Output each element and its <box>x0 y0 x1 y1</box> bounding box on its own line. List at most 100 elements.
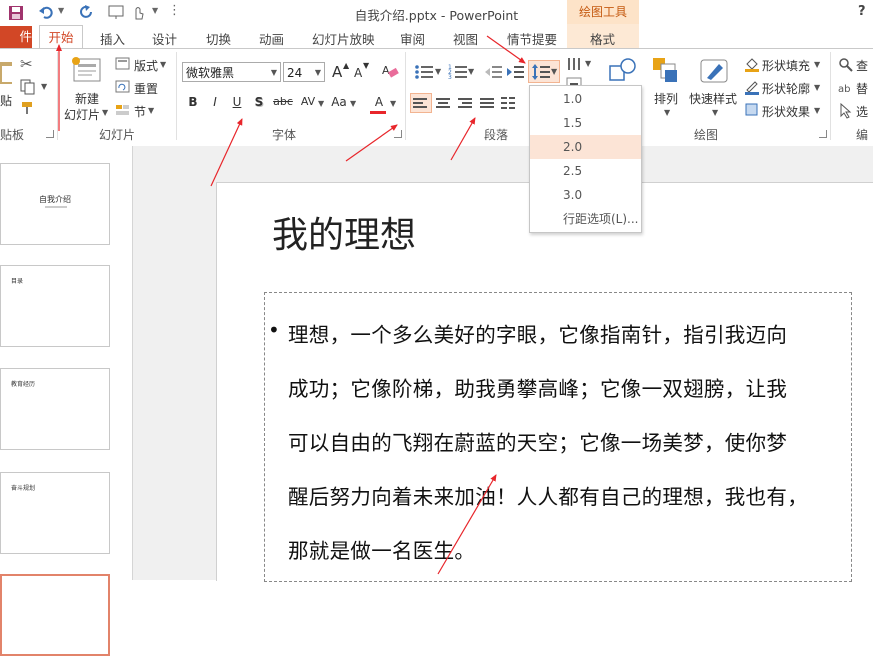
arrange-dropdown-icon[interactable]: ▼ <box>664 108 670 117</box>
tab-animations[interactable]: 动画 <box>259 29 284 48</box>
line-spacing-options-link[interactable]: 行距选项(L)... <box>530 207 641 231</box>
quick-styles-dropdown-icon[interactable]: ▼ <box>712 108 718 117</box>
body-text-line[interactable]: 那就是做一名医生。 <box>288 534 475 564</box>
text-shadow-button[interactable]: S <box>250 95 268 109</box>
shape-outline-dropdown-icon[interactable]: ▼ <box>814 83 820 92</box>
shapes-icon[interactable] <box>608 56 640 88</box>
font-name-dropdown-icon[interactable]: ▼ <box>271 63 277 83</box>
paste-button[interactable]: 贴 <box>0 92 12 109</box>
replace-button[interactable]: 替 <box>856 80 868 97</box>
tab-file[interactable]: 件 <box>0 26 32 48</box>
select-icon[interactable] <box>838 103 854 119</box>
replace-icon[interactable]: ab <box>838 80 854 96</box>
quick-styles-button[interactable]: 快速样式 <box>689 90 737 107</box>
find-icon[interactable] <box>838 57 854 73</box>
columns-icon[interactable] <box>500 95 518 111</box>
body-text-line[interactable]: 理想，一个多么美好的字眼，它像指南针，指引我迈向 <box>288 318 787 348</box>
font-launcher-icon[interactable] <box>394 130 402 138</box>
slide-thumbnail[interactable]: 自我介绍 <box>0 163 110 245</box>
strikethrough-button[interactable]: abc <box>272 95 294 108</box>
increase-indent-icon[interactable] <box>506 63 526 81</box>
quick-styles-icon[interactable] <box>699 56 731 88</box>
shape-effects-dropdown-icon[interactable]: ▼ <box>814 106 820 115</box>
shape-outline-icon[interactable] <box>744 79 760 95</box>
change-case-dropdown-icon[interactable]: ▼ <box>350 99 356 108</box>
arrange-button[interactable]: 排列 <box>654 90 678 107</box>
new-slide-icon[interactable] <box>70 55 102 87</box>
copy-dropdown-icon[interactable]: ▼ <box>41 82 47 91</box>
clipboard-launcher-icon[interactable] <box>46 130 54 138</box>
layout-dropdown-icon[interactable]: ▼ <box>160 60 166 69</box>
shape-fill-dropdown-icon[interactable]: ▼ <box>814 60 820 69</box>
layout-button[interactable]: 版式 <box>134 57 158 74</box>
clear-formatting-icon[interactable]: A <box>382 62 400 80</box>
reset-button[interactable]: 重置 <box>134 80 158 97</box>
text-direction-dropdown-icon[interactable]: ▼ <box>585 59 591 68</box>
font-name-combobox[interactable]: 微软雅黑 ▼ <box>182 62 281 82</box>
font-color-button[interactable]: A <box>370 95 388 109</box>
tab-transitions[interactable]: 切换 <box>206 29 231 48</box>
tab-view[interactable]: 视图 <box>453 29 478 48</box>
font-color-dropdown-icon[interactable]: ▼ <box>390 99 396 108</box>
line-spacing-option[interactable]: 1.5 <box>530 111 641 135</box>
find-button[interactable]: 查 <box>856 57 868 74</box>
change-case-button[interactable]: Aa <box>328 95 350 109</box>
line-spacing-option-selected[interactable]: 2.0 <box>530 135 641 159</box>
section-dropdown-icon[interactable]: ▼ <box>148 106 154 115</box>
shape-fill-button[interactable]: 形状填充 <box>762 57 810 74</box>
align-right-icon[interactable] <box>458 96 474 110</box>
copy-icon[interactable] <box>20 79 36 95</box>
new-slide-label-2[interactable]: 幻灯片 <box>64 106 100 123</box>
paste-icon[interactable] <box>0 58 14 88</box>
slide-thumbnail[interactable]: 教育经历 <box>0 368 110 450</box>
format-painter-icon[interactable] <box>20 100 36 116</box>
select-button[interactable]: 选 <box>856 103 868 120</box>
character-spacing-dropdown-icon[interactable]: ▼ <box>318 99 324 108</box>
shape-effects-icon[interactable] <box>744 102 760 118</box>
font-size-combobox[interactable]: 24 ▼ <box>283 62 325 82</box>
arrange-icon[interactable] <box>651 56 683 88</box>
tab-review[interactable]: 审阅 <box>400 29 425 48</box>
tab-format[interactable]: 格式 <box>590 29 615 48</box>
section-icon[interactable] <box>115 103 131 117</box>
grow-font-button[interactable]: A <box>332 63 342 81</box>
bold-button[interactable]: B <box>184 95 202 109</box>
bullets-dropdown-icon[interactable]: ▼ <box>435 67 441 76</box>
underline-button[interactable]: U <box>228 95 246 109</box>
slide-title[interactable]: 我的理想 <box>272 206 416 258</box>
text-direction-icon[interactable] <box>566 56 584 74</box>
line-spacing-option[interactable]: 1.0 <box>530 87 641 111</box>
help-button[interactable]: ? <box>858 4 866 19</box>
body-text-line[interactable]: 可以自由的飞翔在蔚蓝的天空；它像一场美梦，使你梦 <box>288 426 787 456</box>
slide-thumbnail[interactable]: 奋斗规划 <box>0 472 110 554</box>
cut-icon[interactable]: ✂ <box>20 55 33 73</box>
slide-thumbnail-selected[interactable] <box>0 574 110 656</box>
slide-thumbnail[interactable]: 目录 <box>0 265 110 347</box>
drawing-launcher-icon[interactable] <box>819 130 827 138</box>
reset-icon[interactable] <box>115 80 131 94</box>
line-spacing-option[interactable]: 3.0 <box>530 183 641 207</box>
tab-design[interactable]: 设计 <box>152 29 177 48</box>
body-text-line[interactable]: 成功；它像阶梯，助我勇攀高峰；它像一双翅膀，让我 <box>288 372 787 402</box>
tab-home[interactable]: 开始 <box>39 25 83 50</box>
justify-icon[interactable] <box>480 96 496 110</box>
shrink-font-button[interactable]: A <box>354 66 362 80</box>
body-text-line[interactable]: 醒后努力向着未来加油！人人都有自己的理想，我也有， <box>288 480 808 510</box>
tab-storyboarding[interactable]: 情节提要 <box>507 29 557 48</box>
line-spacing-dropdown-icon[interactable]: ▼ <box>551 67 557 76</box>
new-slide-dropdown-icon[interactable]: ▼ <box>102 108 108 117</box>
tab-slideshow[interactable]: 幻灯片放映 <box>312 29 375 48</box>
layout-icon[interactable] <box>115 57 131 71</box>
character-spacing-button[interactable]: AV <box>298 95 318 108</box>
align-center-icon[interactable] <box>436 96 452 110</box>
shape-fill-icon[interactable] <box>744 56 760 72</box>
section-button[interactable]: 节 <box>134 103 146 120</box>
tab-insert[interactable]: 插入 <box>100 29 125 48</box>
decrease-indent-icon[interactable] <box>484 63 504 81</box>
shape-effects-button[interactable]: 形状效果 <box>762 103 810 120</box>
shape-outline-button[interactable]: 形状轮廓 <box>762 80 810 97</box>
line-spacing-option[interactable]: 2.5 <box>530 159 641 183</box>
new-slide-label-1[interactable]: 新建 <box>75 90 99 107</box>
font-size-dropdown-icon[interactable]: ▼ <box>315 63 321 83</box>
italic-button[interactable]: I <box>206 95 224 109</box>
